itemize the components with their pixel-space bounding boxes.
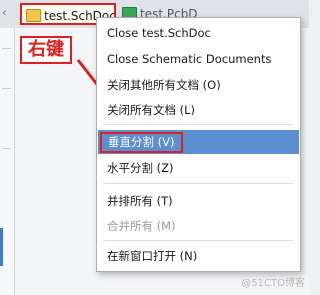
menu-item-vertical-split[interactable]: 垂直分割 (V)	[98, 130, 299, 154]
tab-context-menu: Close test.SchDoc Close Schematic Docume…	[96, 17, 301, 272]
menu-separator	[103, 240, 293, 241]
menu-item-close-other-documents[interactable]: 关闭其他所有文档 (O)	[98, 73, 299, 97]
menu-item-close-all-documents[interactable]: 关闭所有文档 (L)	[98, 98, 299, 122]
watermark: @51CTO博客	[241, 278, 305, 289]
menu-separator	[103, 183, 293, 184]
menu-item-merge-all: 合并所有 (M)	[107, 219, 176, 233]
menu-item-open-in-new-window[interactable]: 在新窗口打开 (N)	[98, 244, 299, 268]
menu-item-close-test-schdoc[interactable]: Close test.SchDoc	[98, 21, 299, 45]
menu-item-close-schematic-documents[interactable]: Close Schematic Documents	[98, 47, 299, 71]
menu-separator	[103, 124, 293, 125]
menu-item-tile-all[interactable]: 并排所有 (T)	[98, 189, 299, 213]
menu-item-horizontal-split[interactable]: 水平分割 (Z)	[98, 156, 299, 180]
